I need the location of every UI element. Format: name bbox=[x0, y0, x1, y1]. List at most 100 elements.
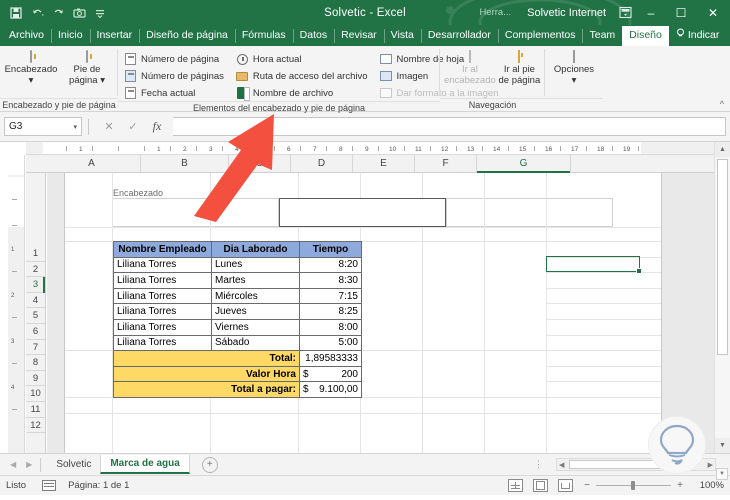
cell-dia[interactable]: Miércoles bbox=[211, 287, 300, 305]
cell-nombre[interactable]: Liliana Torres bbox=[113, 303, 212, 320]
row-header-10[interactable]: 10 bbox=[26, 386, 45, 402]
row-header-2[interactable]: 2 bbox=[26, 262, 45, 278]
insert-function-icon[interactable]: fx bbox=[151, 119, 163, 134]
table-row[interactable]: Liliana Torres Viernes 8:00 bbox=[113, 318, 362, 336]
cell-tiempo[interactable]: 5:00 bbox=[299, 334, 362, 352]
hora-actual-button[interactable]: Hora actual bbox=[234, 51, 372, 67]
collapse-ribbon-icon[interactable]: ^ bbox=[720, 99, 724, 109]
cell-dia[interactable]: Jueves bbox=[211, 303, 300, 320]
cell-nombre[interactable]: Liliana Torres bbox=[113, 256, 212, 274]
cell-dia[interactable]: Martes bbox=[211, 272, 300, 289]
header-box-center[interactable] bbox=[279, 198, 446, 227]
table-row[interactable]: Liliana Torres Miércoles 7:15 bbox=[113, 287, 362, 305]
row-header-4[interactable]: 4 bbox=[26, 293, 45, 309]
summary-value-total[interactable]: 1,89583333 bbox=[299, 350, 362, 367]
cancel-formula-icon[interactable]: ✕ bbox=[103, 120, 115, 133]
row-header-1[interactable]: 1 bbox=[26, 246, 45, 262]
zoom-slider-knob[interactable] bbox=[631, 481, 635, 490]
chevron-down-icon[interactable]: ▾ bbox=[73, 123, 77, 131]
hscroll-left-arrow[interactable]: ◀ bbox=[559, 461, 564, 469]
share-button[interactable]: Compartir bbox=[726, 26, 730, 46]
cell-tiempo[interactable]: 8:30 bbox=[299, 272, 362, 289]
column-header-A[interactable]: A bbox=[43, 155, 141, 172]
table-row[interactable]: Liliana Torres Sábado 5:00 bbox=[113, 334, 362, 352]
sheet-tab-solvetic[interactable]: Solvetic bbox=[47, 455, 100, 474]
tab-diseno[interactable]: Diseño bbox=[622, 26, 669, 46]
ruta-de-acceso-button[interactable]: Ruta de acceso del archivo bbox=[234, 68, 372, 84]
cell-nombre[interactable]: Liliana Torres bbox=[113, 287, 212, 305]
row-header-12[interactable]: 12 bbox=[26, 418, 45, 434]
encabezado-button[interactable]: Encabezado ▾ bbox=[4, 49, 58, 86]
tab-vista[interactable]: Vista bbox=[383, 26, 421, 46]
cell-tiempo[interactable]: 8:00 bbox=[299, 318, 362, 336]
cell-dia[interactable]: Sábado bbox=[211, 334, 300, 352]
pie-de-pagina-button[interactable]: Pie de página ▾ bbox=[60, 49, 114, 86]
tab-resize-handle[interactable]: ⋮ bbox=[534, 459, 544, 470]
zoom-slider[interactable] bbox=[596, 481, 671, 490]
table-row[interactable]: Liliana Torres Jueves 8:25 bbox=[113, 303, 362, 320]
cell-nombre[interactable]: Liliana Torres bbox=[113, 334, 212, 352]
tab-datos[interactable]: Datos bbox=[292, 26, 334, 46]
prev-sheet-icon[interactable]: ◀ bbox=[10, 460, 16, 469]
summary-value-total-a-pagar[interactable]: $ 9.100,00 bbox=[299, 381, 362, 398]
scroll-up-arrow[interactable]: ▲ bbox=[715, 142, 730, 157]
summary-row-valor-hora[interactable]: Valor Hora $ 200 bbox=[113, 365, 362, 383]
cell-nombre[interactable]: Liliana Torres bbox=[113, 318, 212, 336]
vertical-scrollbar[interactable]: ▲ ▼ bbox=[714, 142, 730, 453]
row-header-3[interactable]: 3 bbox=[26, 277, 45, 293]
zoom-control[interactable]: − + bbox=[583, 480, 684, 491]
vertical-scroll-thumb[interactable] bbox=[717, 159, 728, 355]
summary-value-valor-hora[interactable]: $ 200 bbox=[299, 365, 362, 383]
zoom-out-button[interactable]: − bbox=[583, 480, 591, 491]
summary-label-valor-hora[interactable]: Valor Hora bbox=[113, 365, 300, 383]
name-box[interactable]: G3 ▾ bbox=[4, 117, 82, 136]
tab-complementos[interactable]: Complementos bbox=[497, 26, 583, 46]
cell-dia[interactable]: Lunes bbox=[211, 256, 300, 274]
numero-de-paginas-button[interactable]: Número de páginas bbox=[122, 68, 228, 84]
sheet-tab-marca-de-agua[interactable]: Marca de agua bbox=[100, 455, 190, 474]
summary-label-total[interactable]: Total: bbox=[113, 350, 300, 367]
row-header-5[interactable]: 5 bbox=[26, 308, 45, 324]
summary-label-total-a-pagar[interactable]: Total a pagar: bbox=[113, 381, 300, 398]
normal-view-icon[interactable] bbox=[508, 479, 523, 492]
numero-de-pagina-button[interactable]: Número de página bbox=[122, 51, 228, 67]
next-sheet-icon[interactable]: ▶ bbox=[26, 460, 32, 469]
summary-row-total-a-pagar[interactable]: Total a pagar: $ 9.100,00 bbox=[113, 381, 362, 398]
cell-tiempo[interactable]: 8:25 bbox=[299, 303, 362, 320]
row-header-8[interactable]: 8 bbox=[26, 355, 45, 371]
confirm-formula-icon[interactable]: ✓ bbox=[127, 120, 139, 133]
tab-formulas[interactable]: Fórmulas bbox=[234, 26, 293, 46]
hscroll-right-arrow[interactable]: ▶ bbox=[708, 461, 713, 469]
nombre-de-archivo-button[interactable]: Nombre de archivo bbox=[234, 85, 372, 101]
table-row[interactable]: Liliana Torres Martes 8:30 bbox=[113, 272, 362, 289]
zoom-in-button[interactable]: + bbox=[676, 480, 684, 491]
header-box-right[interactable] bbox=[446, 198, 613, 227]
tab-desarrollador[interactable]: Desarrollador bbox=[420, 26, 498, 46]
cell-nombre[interactable]: Liliana Torres bbox=[113, 272, 212, 289]
cell-tiempo[interactable]: 7:15 bbox=[299, 287, 362, 305]
opciones-button[interactable]: Opciones ▾ bbox=[549, 49, 599, 86]
tab-revisar[interactable]: Revisar bbox=[334, 26, 384, 46]
cell-grid[interactable]: Encabezado Nombre Empleado Dia Laborado … bbox=[47, 173, 714, 453]
table-row[interactable]: Liliana Torres Lunes 8:20 bbox=[113, 256, 362, 274]
column-header-G[interactable]: G bbox=[477, 155, 571, 173]
page-layout-view-icon[interactable] bbox=[533, 479, 548, 492]
scroll-down-arrow[interactable]: ▼ bbox=[715, 438, 730, 453]
ir-al-pie-button[interactable]: Ir al pie de página bbox=[498, 49, 541, 86]
cell-tiempo[interactable]: 8:20 bbox=[299, 256, 362, 274]
tab-inicio[interactable]: Inicio bbox=[51, 26, 90, 46]
add-sheet-button[interactable]: + bbox=[201, 456, 218, 473]
page-break-view-icon[interactable] bbox=[558, 479, 573, 492]
row-header-7[interactable]: 7 bbox=[26, 340, 45, 356]
column-header-D[interactable]: D bbox=[291, 155, 353, 172]
zoom-level[interactable]: 100% bbox=[694, 480, 724, 491]
column-header-E[interactable]: E bbox=[353, 155, 415, 172]
row-header-11[interactable]: 11 bbox=[26, 402, 45, 418]
row-header-9[interactable]: 9 bbox=[26, 371, 45, 387]
column-header-F[interactable]: F bbox=[415, 155, 477, 172]
summary-row-total[interactable]: Total: 1,89583333 bbox=[113, 350, 362, 367]
selected-cell-G3[interactable] bbox=[546, 256, 642, 274]
tab-team[interactable]: Team bbox=[582, 26, 622, 46]
bulb-dropdown-icon[interactable]: ▼ bbox=[716, 468, 728, 480]
tab-archivo[interactable]: Archivo bbox=[2, 26, 51, 46]
